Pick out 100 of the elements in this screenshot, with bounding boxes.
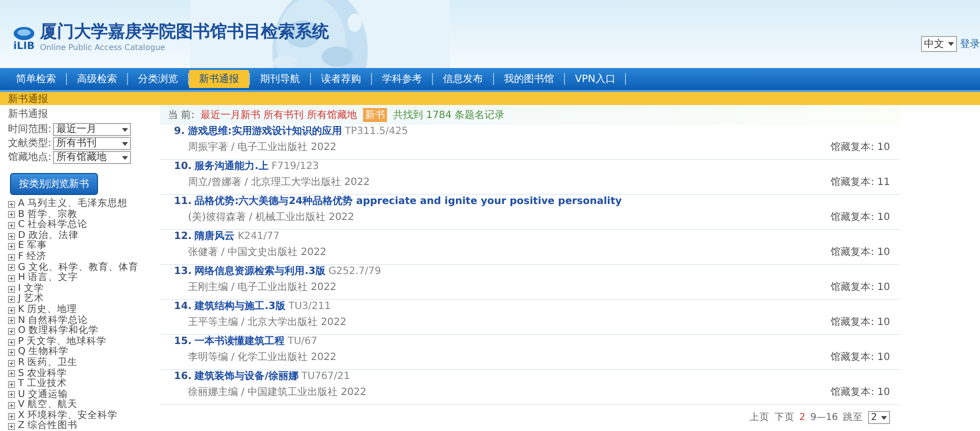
- nav-tab[interactable]: 期刊导航: [250, 70, 310, 88]
- nav-tab[interactable]: 分类浏览: [128, 70, 188, 88]
- nav-tab[interactable]: 读者荐购: [311, 70, 371, 88]
- category-link[interactable]: Z 综合性图书: [18, 421, 78, 431]
- filter-label: 文献类型:: [8, 138, 52, 150]
- expand-icon[interactable]: [8, 296, 15, 304]
- copies-count: 馆藏复本: 10: [830, 280, 890, 294]
- expand-icon[interactable]: [8, 200, 15, 208]
- copies-count: 馆藏复本: 10: [830, 316, 890, 329]
- expand-icon[interactable]: [8, 306, 15, 314]
- result-count: 共找到 1784 条题名记录: [392, 108, 505, 122]
- expand-icon[interactable]: [8, 412, 15, 420]
- current-page: 2: [799, 412, 806, 423]
- category-link[interactable]: K 历史、地理: [18, 304, 78, 316]
- filter-select[interactable]: 最近一月: [53, 123, 132, 136]
- page-select[interactable]: 2: [868, 411, 890, 424]
- category-link[interactable]: A 马列主义、毛泽东思想: [18, 199, 128, 210]
- book-title-link[interactable]: 品格优势:六大美德与24种品格优势 appreciate and ignite your positive personality: [194, 194, 622, 208]
- book-title-link[interactable]: 建筑装饰与设备/徐丽娜: [194, 369, 298, 383]
- category-link[interactable]: D 政治、法律: [18, 230, 78, 242]
- condition-badge: 新书: [362, 108, 387, 122]
- copies-count: 馆藏复本: 11: [830, 176, 890, 189]
- expand-icon[interactable]: [8, 402, 15, 410]
- browse-button[interactable]: 按类别浏览新书: [10, 173, 98, 195]
- call-number: F719/123: [272, 161, 319, 172]
- expand-icon[interactable]: [8, 274, 15, 282]
- category-link[interactable]: E 军事: [18, 241, 48, 252]
- book-meta: 徐丽娜主编 / 中国建筑工业出版社 2022: [187, 386, 366, 399]
- next-page-link[interactable]: 下页: [774, 411, 794, 424]
- expand-icon[interactable]: [8, 391, 15, 398]
- site-subtitle: Online Public Access Catalogue: [40, 43, 166, 52]
- book-title-link[interactable]: 服务沟通能力.上: [194, 159, 269, 173]
- category-link[interactable]: C 社会科学总论: [18, 220, 88, 231]
- sidebar-title: 新书通报: [8, 109, 49, 121]
- expand-icon[interactable]: [8, 360, 15, 367]
- prev-page-link[interactable]: 上页: [749, 411, 770, 424]
- book-meta: 周立/曾娜著 / 北京理工大学出版社 2022: [187, 176, 370, 189]
- category-link[interactable]: V 航空、航天: [18, 400, 78, 411]
- nav-tab[interactable]: 学科参考: [372, 70, 432, 88]
- book-meta: 王刚主编 / 电子工业出版社 2022: [187, 280, 338, 294]
- expand-icon[interactable]: [8, 317, 15, 324]
- nav-tab[interactable]: 我的图书馆: [494, 70, 564, 88]
- expand-icon[interactable]: [8, 349, 15, 356]
- category-link[interactable]: O 数理科学和化学: [18, 326, 98, 337]
- book-meta: 李明等编 / 化学工业出版社 2022: [187, 350, 336, 364]
- category-link[interactable]: R 医药、卫生: [18, 358, 78, 368]
- expand-icon[interactable]: [8, 380, 15, 388]
- filter-select[interactable]: 所有书刊: [53, 137, 132, 150]
- expand-icon[interactable]: [8, 243, 15, 250]
- call-number: TU/67: [288, 336, 318, 347]
- expand-icon[interactable]: [8, 338, 15, 346]
- category-link[interactable]: X 环境科学、安全科学: [18, 410, 118, 422]
- category-link[interactable]: U 交通运输: [18, 390, 68, 400]
- category-link[interactable]: F 经济: [18, 252, 46, 263]
- result-number: 15.: [174, 336, 192, 347]
- expand-icon[interactable]: [8, 211, 15, 218]
- site-title: 厦门大学嘉庚学院图书馆书目检索系统: [40, 21, 329, 43]
- category-link[interactable]: H 语言、文字: [18, 273, 78, 284]
- copies-count: 馆藏复本: 10: [830, 246, 890, 259]
- category-link[interactable]: T 工业技术: [18, 379, 67, 390]
- copies-count: 馆藏复本: 10: [830, 350, 890, 364]
- result-number: 14.: [174, 301, 192, 312]
- expand-icon[interactable]: [8, 264, 15, 272]
- result-number: 13.: [174, 266, 192, 277]
- category-link[interactable]: S 农业科学: [18, 368, 68, 380]
- book-title-link[interactable]: 隋唐风云: [194, 229, 235, 243]
- expand-icon[interactable]: [8, 254, 15, 261]
- expand-icon[interactable]: [8, 286, 15, 293]
- category-link[interactable]: Q 生物科学: [18, 347, 68, 358]
- result-number: 11.: [174, 196, 192, 207]
- nav-tab[interactable]: 简单检索: [6, 70, 66, 88]
- login-link[interactable]: 登录: [960, 37, 980, 51]
- filter-select[interactable]: 所有馆藏地: [53, 151, 132, 164]
- page-range: 9—16: [810, 412, 838, 423]
- result-number: 10.: [174, 161, 192, 172]
- book-title-link[interactable]: 建筑结构与施工.3版: [194, 299, 286, 313]
- expand-icon[interactable]: [8, 222, 15, 229]
- expand-icon[interactable]: [8, 232, 15, 240]
- category-link[interactable]: I 文学: [18, 284, 44, 294]
- book-title-link[interactable]: 游戏思维:实用游戏设计知识的应用: [188, 124, 342, 138]
- category-link[interactable]: N 自然科学总论: [18, 316, 88, 326]
- book-title-link[interactable]: 网络信息资源检索与利用.3版: [194, 264, 326, 278]
- book-title-link[interactable]: 一本书读懂建筑工程: [194, 334, 285, 348]
- category-link[interactable]: B 哲学、宗教: [18, 210, 78, 220]
- category-link[interactable]: P 天文学、地球科学: [18, 336, 107, 348]
- expand-icon[interactable]: [8, 370, 15, 378]
- result-number: 16.: [174, 371, 192, 382]
- nav-tab[interactable]: VPN入口: [565, 70, 626, 88]
- search-condition: 最近一月新书 所有书刊 所有馆藏地: [200, 108, 357, 122]
- expand-icon[interactable]: [8, 423, 15, 430]
- nav-tab[interactable]: 信息发布: [433, 70, 493, 88]
- logo-text: iLIB: [13, 41, 35, 52]
- dropdown-arrow-icon: [122, 156, 128, 160]
- category-link[interactable]: G 文化、科学、教育、体育: [18, 262, 138, 274]
- language-select[interactable]: 中文: [921, 36, 957, 52]
- nav-tab[interactable]: 新书通报: [189, 70, 249, 88]
- nav-tab[interactable]: 高级检索: [67, 70, 127, 88]
- expand-icon[interactable]: [8, 328, 15, 335]
- summary-label: 当 前:: [168, 108, 195, 122]
- category-link[interactable]: J 艺术: [18, 294, 44, 305]
